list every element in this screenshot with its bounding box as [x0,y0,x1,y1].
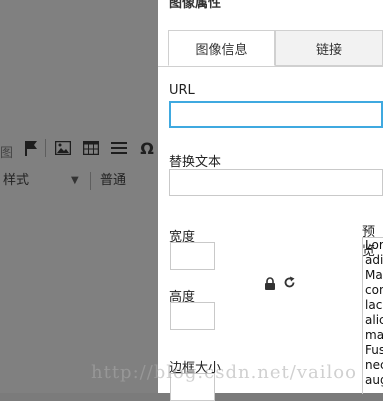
combo-divider [90,172,91,190]
preview-box: Lor adi Mae con laci alic ma Fus nec aug [362,237,383,394]
editor-background: 图 Ω 样式 ▼ 普通 [0,0,158,393]
url-label: URL [169,83,195,98]
dialog-tabs: 图像信息 链接 [168,30,383,67]
alt-text-input[interactable] [169,169,383,196]
format-combo[interactable]: 普通 [100,170,126,192]
preview-line: laci [365,298,383,312]
omega-icon: Ω [140,138,154,158]
preview-line: con [365,283,383,297]
preview-line: ma [365,328,383,342]
preview-line: adi [365,253,383,267]
style-combo[interactable]: 样式 ▼ [0,170,84,192]
style-combo-label: 样式 [3,173,30,188]
tab-image-info[interactable]: 图像信息 [168,30,275,66]
preview-line: Fus [365,343,383,357]
preview-line: alic [365,313,383,327]
chevron-down-icon: ▼ [71,175,79,186]
width-input[interactable] [170,242,215,270]
image-icon [55,141,71,155]
toolbar-divider [45,139,46,157]
tabs-underline [158,66,383,67]
horizontal-lines-icon [111,142,127,154]
table-button[interactable] [81,137,101,159]
horizontal-rule-button[interactable] [109,137,129,159]
editor-toolbar: Ω [0,137,158,159]
image-button[interactable] [53,137,73,159]
preview-line: aug [365,373,383,387]
reset-size-icon[interactable] [283,276,296,289]
dialog-title: 图像属性 [169,0,222,11]
flag-icon [25,141,37,156]
preview-line: Mae [365,268,383,282]
table-icon [83,141,99,155]
image-properties-dialog: 图像属性 图像信息 链接 URL 替换文本 宽度 高度 边框大小 预览 Lor … [158,0,383,401]
url-input[interactable] [169,101,383,128]
flag-anchor-button[interactable] [21,137,41,159]
lock-icon[interactable] [264,277,276,290]
tab-link[interactable]: 链接 [275,30,383,66]
alt-text-label: 替换文本 [169,155,222,170]
special-char-button[interactable]: Ω [137,137,157,159]
preview-line: nec [365,358,383,372]
height-input[interactable] [170,302,215,330]
watermark: http://blog.csdn.net/vailoo [91,362,357,383]
preview-line: Lor [365,238,383,252]
